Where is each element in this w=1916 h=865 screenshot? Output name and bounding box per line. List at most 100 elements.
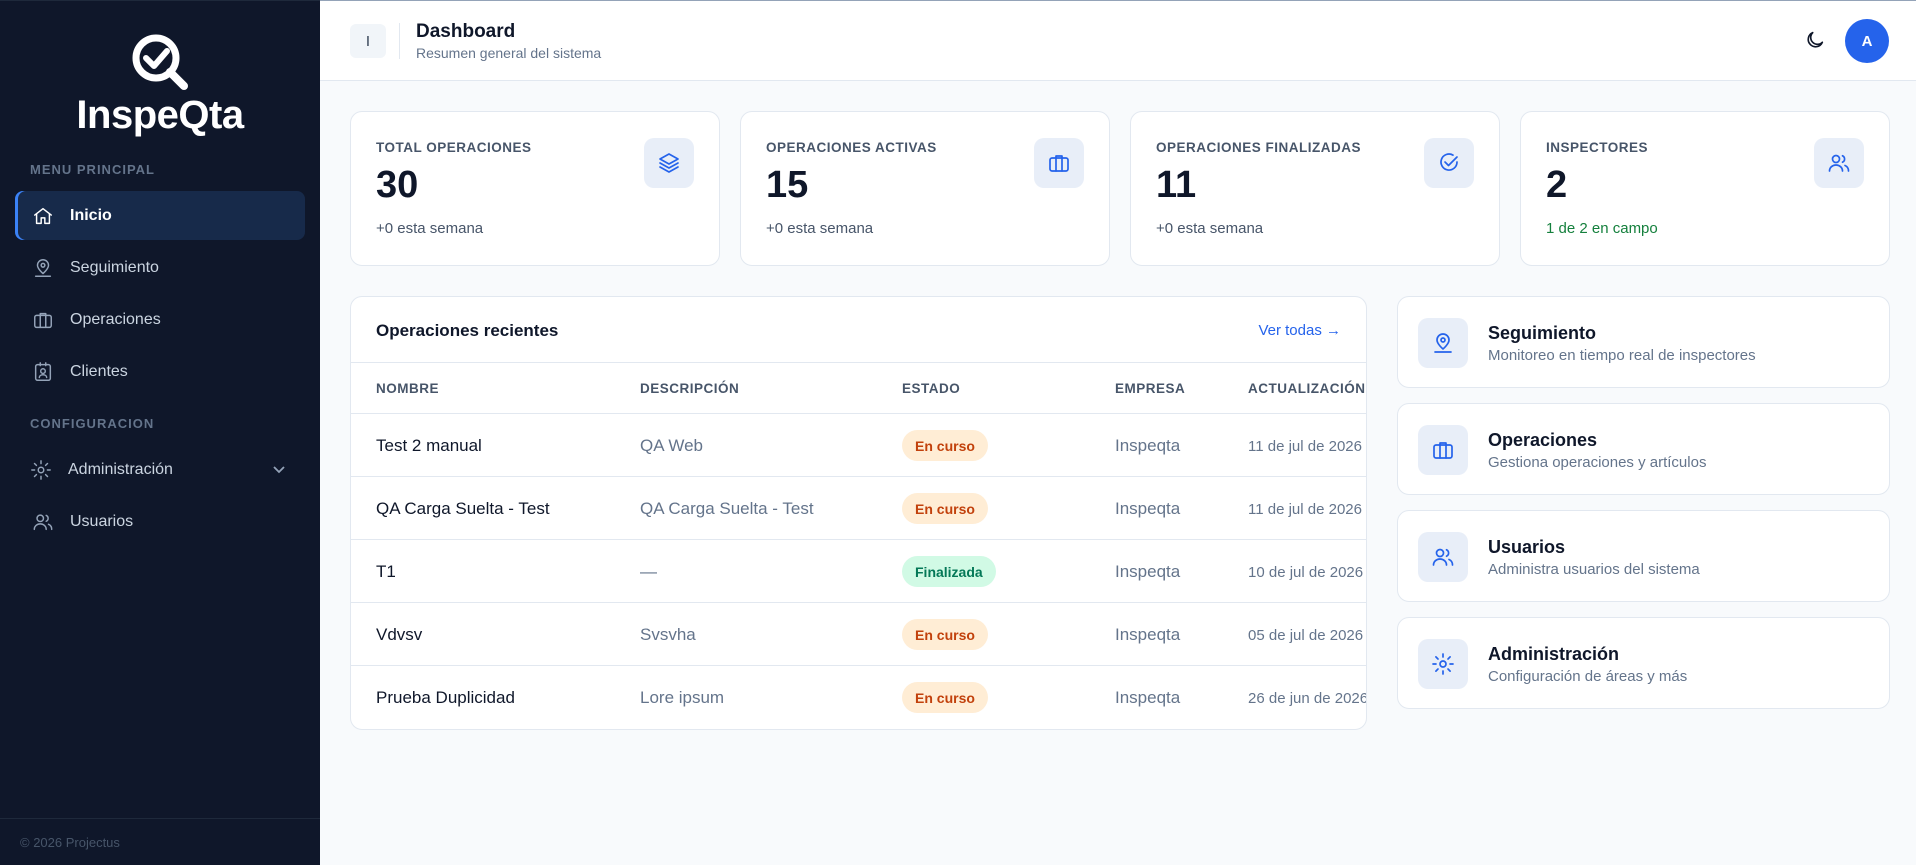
section-label-config: CONFIGURACION bbox=[30, 416, 155, 431]
section-label-main: MENU PRINCIPAL bbox=[30, 162, 155, 177]
row-description: QA Carga Suelta - Test bbox=[640, 499, 814, 518]
column-header-nombre[interactable]: NOMBRE bbox=[376, 381, 439, 396]
row-company: Inspeqta bbox=[1115, 562, 1181, 581]
briefcase-icon bbox=[1034, 138, 1084, 188]
stat-note: +0 esta semana bbox=[376, 220, 484, 237]
map-pin-user-icon bbox=[32, 257, 54, 279]
row-name: Test 2 manual bbox=[376, 436, 482, 455]
avatar[interactable]: A bbox=[1845, 19, 1889, 63]
stat-card-total-operaciones: TOTAL OPERACIONES 30 +0 esta semana bbox=[350, 111, 720, 266]
row-company: Inspeqta bbox=[1115, 688, 1181, 707]
quick-link-title: Operaciones bbox=[1488, 430, 1598, 450]
sidebar-item-clientes[interactable]: Clientes bbox=[15, 347, 305, 396]
moon-icon[interactable] bbox=[1804, 29, 1828, 53]
magnifier-check-logo-icon bbox=[132, 34, 188, 90]
row-date: 11 de jul de 2026 bbox=[1248, 438, 1362, 455]
status-badge: Finalizada bbox=[902, 556, 996, 587]
row-company: Inspeqta bbox=[1115, 625, 1181, 644]
stat-value: 2 bbox=[1546, 164, 1568, 206]
table-row[interactable]: Vdvsv Svsvha En curso Inspeqta 05 de jul… bbox=[351, 603, 1366, 666]
stat-label: OPERACIONES ACTIVAS bbox=[766, 140, 937, 155]
table-body: Test 2 manual QA Web En curso Inspeqta 1… bbox=[351, 414, 1366, 729]
page-title: Dashboard bbox=[416, 21, 516, 42]
row-description: — bbox=[640, 562, 657, 581]
quick-link-title: Usuarios bbox=[1488, 537, 1566, 557]
row-date: 05 de jul de 2026 bbox=[1248, 627, 1364, 644]
row-date: 26 de jun de 2026 bbox=[1248, 690, 1367, 707]
sidebar-item-label: Inicio bbox=[70, 206, 112, 224]
table-row[interactable]: Prueba Duplicidad Lore ipsum En curso In… bbox=[351, 666, 1366, 729]
row-date: 11 de jul de 2026 bbox=[1248, 501, 1362, 518]
recent-operations-panel: Operaciones recientes Ver todas → NOMBRE… bbox=[350, 296, 1367, 730]
stat-value: 30 bbox=[376, 164, 419, 206]
quick-link-title: Administración bbox=[1488, 644, 1620, 664]
quick-link-description: Administra usuarios del sistema bbox=[1488, 561, 1700, 578]
sidebar: InspeQta MENU PRINCIPAL Inicio Seguimien… bbox=[0, 0, 320, 865]
stat-card-operaciones-activas: OPERACIONES ACTIVAS 15 +0 esta semana bbox=[740, 111, 1110, 266]
sidebar-item-administracion[interactable]: Administración bbox=[15, 445, 305, 494]
app-logo[interactable]: InspeQta bbox=[0, 31, 320, 141]
sidebar-item-label: Administración bbox=[68, 460, 173, 478]
users-icon bbox=[1418, 532, 1468, 582]
stat-label: TOTAL OPERACIONES bbox=[376, 140, 532, 155]
sidebar-item-label: Usuarios bbox=[70, 512, 134, 530]
column-header-descripcion[interactable]: DESCRIPCIÓN bbox=[640, 381, 739, 396]
top-header: I Dashboard Resumen general del sistema … bbox=[320, 0, 1916, 81]
column-header-empresa[interactable]: EMPRESA bbox=[1115, 381, 1185, 396]
users-icon bbox=[1814, 138, 1864, 188]
stat-label: OPERACIONES FINALIZADAS bbox=[1156, 140, 1362, 155]
view-all-link[interactable]: Ver todas → bbox=[1258, 322, 1341, 339]
row-company: Inspeqta bbox=[1115, 436, 1181, 455]
layers-icon bbox=[644, 138, 694, 188]
status-badge: En curso bbox=[902, 619, 988, 650]
gear-icon bbox=[30, 459, 52, 481]
sidebar-toggle-button[interactable]: I bbox=[350, 24, 386, 58]
stat-note: +0 esta semana bbox=[766, 220, 874, 237]
sidebar-item-seguimiento[interactable]: Seguimiento bbox=[15, 243, 305, 292]
id-badge-icon bbox=[32, 361, 54, 383]
stat-value: 11 bbox=[1156, 164, 1197, 206]
row-description: QA Web bbox=[640, 436, 703, 455]
table-row[interactable]: Test 2 manual QA Web En curso Inspeqta 1… bbox=[351, 414, 1366, 477]
sidebar-item-usuarios[interactable]: Usuarios bbox=[15, 497, 305, 546]
row-date: 10 de jul de 2026 bbox=[1248, 564, 1364, 581]
table-header: NOMBRE DESCRIPCIÓN ESTADO EMPRESA ACTUAL… bbox=[351, 362, 1366, 414]
stat-note: +0 esta semana bbox=[1156, 220, 1264, 237]
quick-link-description: Configuración de áreas y más bbox=[1488, 668, 1688, 685]
row-description: Svsvha bbox=[640, 625, 696, 644]
stat-card-inspectores: INSPECTORES 2 1 de 2 en campo bbox=[1520, 111, 1890, 266]
row-name: T1 bbox=[376, 562, 396, 581]
quick-link-description: Gestiona operaciones y artículos bbox=[1488, 454, 1707, 471]
column-header-estado[interactable]: ESTADO bbox=[902, 381, 960, 396]
sidebar-item-label: Operaciones bbox=[70, 310, 161, 328]
row-description: Lore ipsum bbox=[640, 688, 725, 707]
quick-link-title: Seguimiento bbox=[1488, 323, 1597, 343]
quick-link-seguimiento[interactable]: Seguimiento Monitoreo en tiempo real de … bbox=[1397, 296, 1890, 388]
briefcase-icon bbox=[32, 309, 54, 331]
stat-label: INSPECTORES bbox=[1546, 140, 1649, 155]
sidebar-item-inicio[interactable]: Inicio bbox=[15, 191, 305, 240]
chevron-down-icon[interactable] bbox=[271, 461, 287, 477]
sidebar-item-label: Clientes bbox=[70, 362, 128, 380]
row-name: Vdvsv bbox=[376, 625, 423, 644]
logo-text: InspeQta bbox=[76, 93, 244, 137]
row-name: QA Carga Suelta - Test bbox=[376, 499, 550, 518]
quick-link-operaciones[interactable]: Operaciones Gestiona operaciones y artíc… bbox=[1397, 403, 1890, 495]
briefcase-icon bbox=[1418, 425, 1468, 475]
stat-card-operaciones-finalizadas: OPERACIONES FINALIZADAS 11 +0 esta seman… bbox=[1130, 111, 1500, 266]
table-row[interactable]: T1 — Finalizada Inspeqta 10 de jul de 20… bbox=[351, 540, 1366, 603]
column-header-actualizacion[interactable]: ACTUALIZACIÓN bbox=[1248, 381, 1366, 396]
home-icon bbox=[32, 205, 54, 227]
quick-link-usuarios[interactable]: Usuarios Administra usuarios del sistema bbox=[1397, 510, 1890, 602]
sidebar-item-operaciones[interactable]: Operaciones bbox=[15, 295, 305, 344]
table-row[interactable]: QA Carga Suelta - Test QA Carga Suelta -… bbox=[351, 477, 1366, 540]
quick-link-administracion[interactable]: Administración Configuración de áreas y … bbox=[1397, 617, 1890, 709]
stat-note: 1 de 2 en campo bbox=[1546, 220, 1658, 237]
sidebar-footer: © 2026 Projectus bbox=[0, 818, 320, 865]
stat-value: 15 bbox=[766, 164, 809, 206]
status-badge: En curso bbox=[902, 682, 988, 713]
quick-link-description: Monitoreo en tiempo real de inspectores bbox=[1488, 347, 1756, 364]
panel-title: Operaciones recientes bbox=[376, 321, 559, 340]
gear-icon bbox=[1418, 639, 1468, 689]
row-company: Inspeqta bbox=[1115, 499, 1181, 518]
